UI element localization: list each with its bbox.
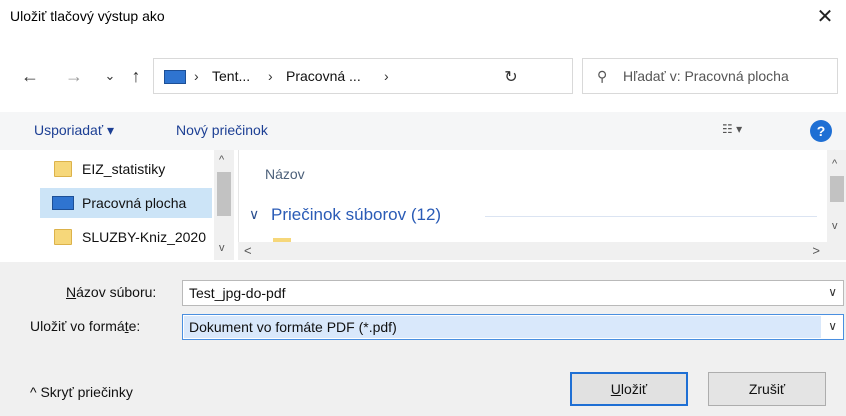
scroll-left-icon[interactable]: < — [244, 243, 252, 258]
navigation-bar: ← → ⌄ ↑ › Tent... › Pracovná ... › ⌄ ↻ ⚲… — [0, 58, 846, 96]
scroll-right-icon[interactable]: > — [812, 243, 820, 258]
forward-arrow-icon[interactable]: → — [62, 64, 86, 88]
hide-folders-toggle[interactable]: ^ Skryť priečinky — [30, 384, 133, 400]
back-arrow-icon[interactable]: ← — [18, 64, 42, 88]
file-format-select[interactable]: Dokument vo formáte PDF (*.pdf) ∨ — [182, 314, 844, 340]
chevron-down-icon[interactable]: ∨ — [828, 319, 837, 333]
refresh-icon[interactable]: ↻ — [500, 66, 522, 88]
group-collapse-chevron-icon[interactable]: ∨ — [249, 206, 259, 223]
help-icon[interactable]: ? — [810, 120, 832, 142]
scroll-down-icon[interactable]: v — [832, 220, 838, 232]
filename-value: Test_jpg-do-pdf — [189, 285, 286, 301]
scroll-down-icon[interactable]: v — [219, 242, 225, 254]
sidebar-item-label: EIZ_statistiky — [82, 161, 166, 177]
file-format-value: Dokument vo formáte PDF (*.pdf) — [189, 319, 397, 335]
close-icon[interactable]: ✕ — [810, 2, 840, 30]
recent-locations-chevron-icon[interactable]: ⌄ — [98, 64, 122, 88]
scrollbar-thumb[interactable] — [830, 176, 844, 202]
filename-label: Názov súboru: — [66, 284, 157, 300]
search-placeholder: Hľadať v: Pracovná plocha — [623, 68, 789, 84]
desktop-icon — [52, 196, 74, 210]
computer-icon — [164, 70, 186, 84]
scroll-up-icon[interactable]: ^ — [832, 158, 837, 170]
scrollbar-thumb[interactable] — [217, 172, 231, 216]
breadcrumb-item-tent[interactable]: Tent... — [212, 68, 250, 84]
sidebar-item-label: SLUZBY-Kniz_2020 — [82, 229, 207, 245]
sidebar-item-sluzby-kniz[interactable]: SLUZBY-Kniz_2020 — [40, 222, 216, 252]
breadcrumb-separator-icon: › — [268, 68, 273, 84]
search-icon: ⚲ — [597, 68, 608, 84]
format-label: Uložiť vo formáte: — [30, 318, 141, 334]
group-header-file-folder[interactable]: Priečinok súborov (12) — [271, 205, 441, 225]
breadcrumb-separator-icon: › — [384, 68, 389, 84]
title-bar: Uložiť tlačový výstup ako ✕ — [0, 0, 846, 32]
column-header-name[interactable]: Názov — [265, 166, 305, 182]
scroll-up-icon[interactable]: ^ — [219, 154, 224, 166]
folder-icon — [54, 229, 72, 245]
command-bar: Usporiadať ▾ Nový priečinok ☷ ▾ ? — [0, 112, 846, 150]
horizontal-scrollbar[interactable]: < > — [238, 242, 828, 260]
navigation-pane: EIZ_statistiky Pracovná plocha SLUZBY-Kn… — [0, 150, 236, 260]
file-list-scrollbar[interactable]: ^ v — [827, 150, 846, 260]
search-input[interactable]: ⚲ Hľadať v: Pracovná plocha — [582, 58, 838, 94]
sidebar-item-label: Pracovná plocha — [82, 195, 187, 211]
new-folder-button[interactable]: Nový priečinok — [176, 122, 268, 138]
save-button[interactable]: Uložiť — [570, 372, 688, 406]
sidebar-item-eiz-statistiky[interactable]: EIZ_statistiky — [40, 154, 216, 184]
view-options-icon[interactable]: ☷ ▾ — [722, 122, 742, 136]
breadcrumb-item-desktop[interactable]: Pracovná ... — [286, 68, 361, 84]
filename-input[interactable]: Test_jpg-do-pdf ∨ — [182, 280, 844, 306]
cancel-button[interactable]: Zrušiť — [708, 372, 826, 406]
navigation-pane-scrollbar[interactable]: ^ v — [214, 150, 234, 260]
organize-button[interactable]: Usporiadať ▾ — [34, 122, 114, 139]
chevron-down-icon[interactable]: ∨ — [828, 285, 837, 299]
up-arrow-icon[interactable]: ↑ — [124, 64, 148, 88]
folder-icon — [54, 161, 72, 177]
sidebar-item-pracovna-plocha[interactable]: Pracovná plocha — [40, 188, 212, 218]
breadcrumb-separator-icon: › — [194, 68, 199, 84]
group-divider — [485, 216, 817, 217]
save-form: Názov súboru: Test_jpg-do-pdf ∨ Uložiť v… — [0, 262, 846, 416]
dialog-title: Uložiť tlačový výstup ako — [10, 8, 165, 24]
